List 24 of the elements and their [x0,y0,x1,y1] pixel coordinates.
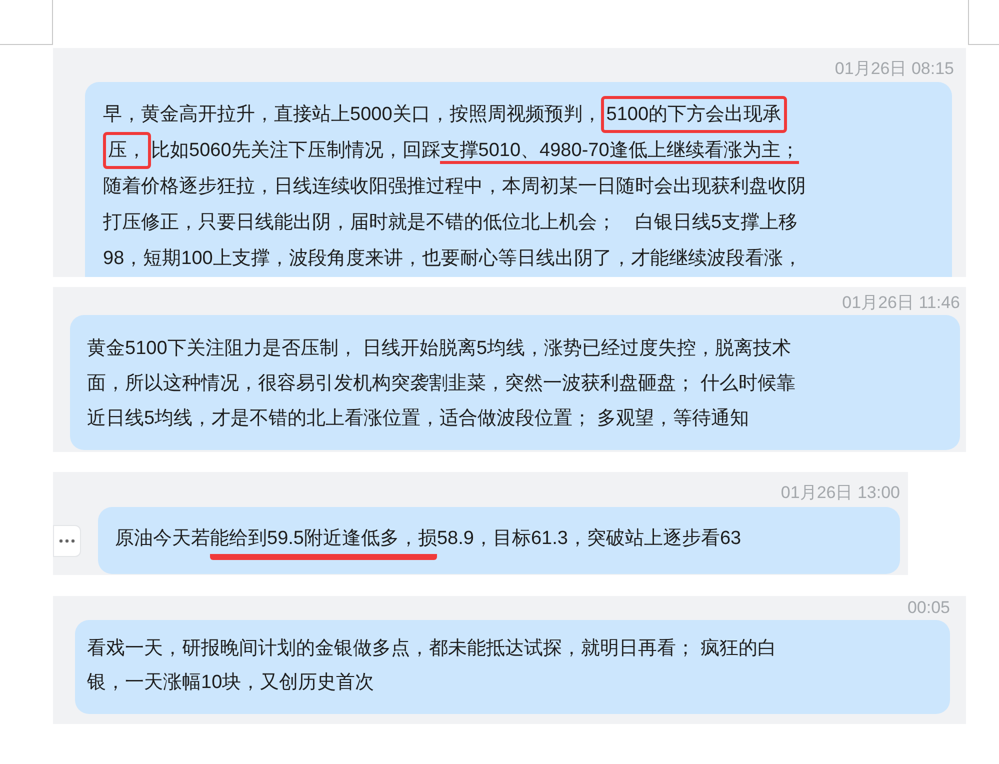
message-text: 58.9，目标61.3，突破站上逐步看63 [436,528,742,549]
message-text: 近日线5均线，才是不错的北上看涨位置，适合做波段位置； 多观望，等待通知 [87,408,749,429]
message-text: 比如5060先关注下压制情况，回踩 [151,140,440,161]
crop-mark [968,0,999,45]
highlighted-text: 压， [103,132,151,169]
message-text: 打压修正，只要日线能出阴，届时就是不错的低位北上机会； 白银日线5支撑上移 [103,212,798,233]
timestamp: 01月26日 13:00 [780,483,900,503]
message-text: 原油今天若 [115,528,210,549]
message-text: 面，所以这种情况，很容易引发机构突袭割韭菜，突然一波获利盘砸盘； 什么时候靠 [87,373,796,394]
message-text: 银，一天涨幅10块，又创历史首次 [87,672,374,693]
message-text: 黄金5100下关注阻力是否压制， 日线开始脱离5均线，涨势已经过度失控，脱离技术 [87,338,792,359]
crop-mark [0,0,53,45]
message-text: 随着价格逐步狂拉，日线连续收阳强推过程中，本周初某一日随时会出现获利盘收阴 [103,176,806,197]
timestamp: 01月26日 11:46 [842,293,960,313]
timestamp: 01月26日 08:15 [834,59,954,79]
message-text: 看戏一天，研报晚间计划的金银做多点，都未能抵达试探，就明日再看； 疯狂的白 [87,638,776,659]
more-icon [59,538,75,542]
message-text: 98，短期100上支撑，波段角度来讲，也要耐心等日线出阴了，才能继续波段看涨， [103,248,802,269]
message-text: 早，黄金高开拉升，直接站上5000关口，按照周视频预判， [103,104,602,125]
more-button[interactable] [53,524,81,556]
underlined-text: 支撑5010、4980-70逢低上继续看涨为主； [440,140,800,164]
timestamp: 00:05 [907,598,950,618]
highlighted-text: 5100的下方会出现承 [601,96,787,133]
underlined-text: 能给到59.5附近逢低多，损 [210,524,437,560]
